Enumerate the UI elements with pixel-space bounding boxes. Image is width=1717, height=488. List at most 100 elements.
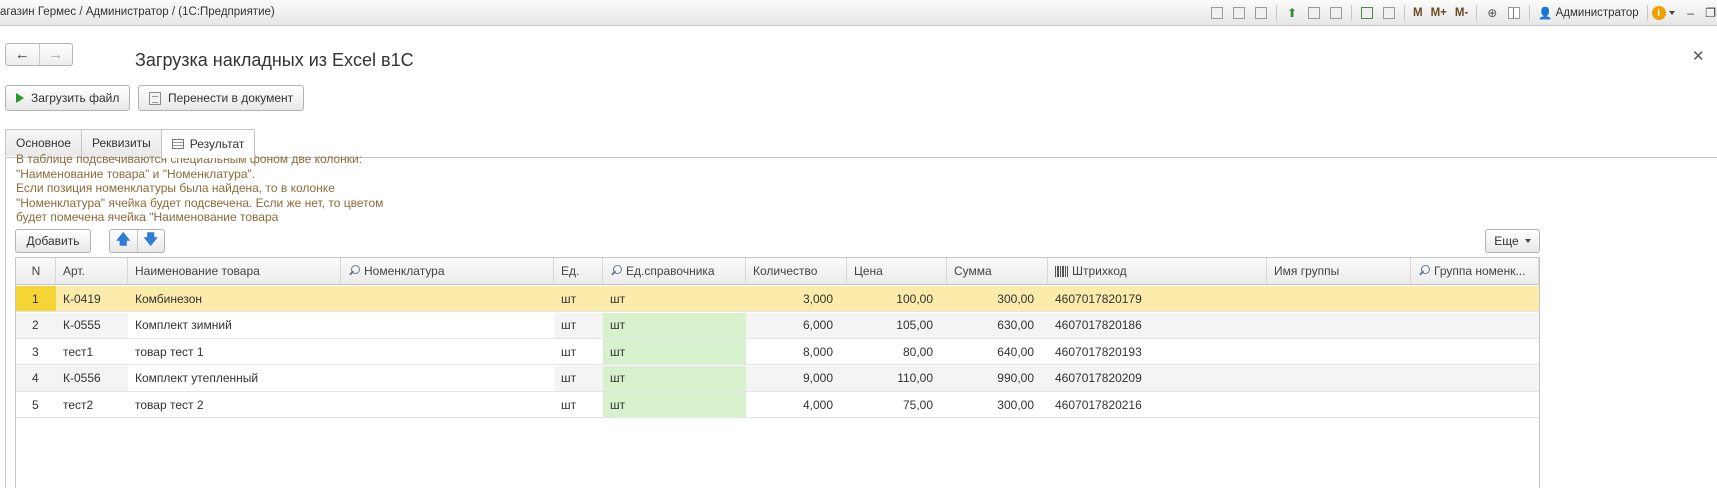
- cell-nom[interactable]: [341, 339, 554, 364]
- load-file-button[interactable]: Загрузить файл: [5, 85, 131, 111]
- forward-arrow-icon[interactable]: →: [38, 44, 73, 65]
- cell-group-name[interactable]: [1267, 313, 1411, 338]
- cell-barcode[interactable]: 4607017820216: [1048, 392, 1267, 417]
- chevron-down-icon[interactable]: [1668, 11, 1675, 15]
- cell-sum[interactable]: 300,00: [947, 286, 1048, 311]
- add-row-button[interactable]: Добавить: [15, 229, 91, 253]
- cell-name[interactable]: товар тест 1: [128, 339, 341, 364]
- panel-icon[interactable]: [1503, 4, 1525, 22]
- cell-n[interactable]: 3: [16, 339, 56, 364]
- cell-group-name[interactable]: [1267, 339, 1411, 364]
- save-icon[interactable]: [1206, 4, 1228, 22]
- more-button[interactable]: Еще: [1485, 229, 1540, 253]
- cell-nom[interactable]: [341, 365, 554, 391]
- cell-unit-ref[interactable]: шт: [603, 312, 746, 338]
- cell-sum[interactable]: 630,00: [947, 313, 1048, 338]
- column-header-name[interactable]: Наименование товара: [128, 258, 341, 284]
- cell-price[interactable]: 80,00: [847, 339, 947, 364]
- table-row[interactable]: 3 тест1 товар тест 1 шт шт 8,000 80,00 640,00 46…: [16, 339, 1539, 365]
- cell-sum[interactable]: 990,00: [947, 366, 1048, 391]
- copy-icon[interactable]: [1303, 4, 1325, 22]
- print-icon[interactable]: [1228, 4, 1250, 22]
- cell-nom[interactable]: [341, 286, 554, 311]
- cell-art[interactable]: К-0556: [56, 366, 128, 391]
- attach-icon[interactable]: [1325, 4, 1347, 22]
- calendar-icon[interactable]: [1378, 4, 1400, 22]
- move-down-icon[interactable]: 🡇: [136, 230, 165, 252]
- transfer-to-document-button[interactable]: Перенести в документ: [138, 85, 305, 111]
- upload-icon[interactable]: ⬆: [1281, 4, 1303, 22]
- cell-unit-ref[interactable]: шт: [603, 392, 746, 417]
- column-header-art[interactable]: Арт.: [56, 258, 128, 284]
- cell-price[interactable]: 75,00: [847, 392, 947, 417]
- cell-n[interactable]: 5: [16, 392, 56, 417]
- close-form-icon[interactable]: ✕: [1692, 47, 1705, 65]
- cell-name[interactable]: Комбинезон: [128, 286, 341, 311]
- cell-qty[interactable]: 9,000: [746, 366, 847, 391]
- cell-barcode[interactable]: 4607017820186: [1048, 313, 1267, 338]
- cell-name[interactable]: Комплект зимний: [128, 312, 341, 338]
- calculator-icon[interactable]: [1356, 4, 1378, 22]
- cell-n[interactable]: 1: [16, 286, 56, 311]
- cell-group[interactable]: [1411, 392, 1539, 417]
- memory-plus-button[interactable]: M+: [1427, 4, 1451, 22]
- cell-qty[interactable]: 4,000: [746, 392, 847, 417]
- back-arrow-icon[interactable]: ←: [6, 44, 39, 65]
- table-row[interactable]: 4 К-0556 Комплект утепленный шт шт 9,000 110,0…: [16, 365, 1539, 392]
- cell-art[interactable]: К-0419: [56, 286, 128, 311]
- cell-sum[interactable]: 300,00: [947, 392, 1048, 417]
- cell-group[interactable]: [1411, 286, 1539, 311]
- column-header-unit-ref[interactable]: Ед.справочника: [603, 258, 746, 284]
- table-row[interactable]: 5 тест2 товар тест 2 шт шт 4,000 75,00 300,00 46…: [16, 392, 1539, 418]
- tab-result[interactable]: Результат: [160, 129, 256, 158]
- cell-group[interactable]: [1411, 339, 1539, 364]
- minimize-icon[interactable]: –: [1681, 6, 1701, 20]
- column-header-unit[interactable]: Ед.: [554, 258, 603, 284]
- column-header-qty[interactable]: Количество: [746, 258, 847, 284]
- cell-unit-ref[interactable]: шт: [603, 365, 746, 391]
- cell-n[interactable]: 4: [16, 366, 56, 391]
- cell-unit[interactable]: шт: [554, 366, 603, 391]
- column-header-sum[interactable]: Сумма: [947, 258, 1048, 284]
- cell-group[interactable]: [1411, 366, 1539, 391]
- cell-n[interactable]: 2: [16, 313, 56, 338]
- column-header-group[interactable]: Группа номенк...: [1411, 258, 1539, 284]
- column-header-n[interactable]: N: [16, 258, 56, 284]
- preview-icon[interactable]: [1250, 4, 1272, 22]
- cell-art[interactable]: тест1: [56, 339, 128, 364]
- cell-name[interactable]: Комплект утепленный: [128, 365, 341, 391]
- move-up-icon[interactable]: 🡅: [110, 230, 137, 252]
- cell-group-name[interactable]: [1267, 286, 1411, 311]
- cell-unit-ref[interactable]: шт: [603, 286, 746, 311]
- memory-m-button[interactable]: M: [1409, 4, 1427, 22]
- memory-minus-button[interactable]: M-: [1451, 4, 1472, 22]
- zoom-icon[interactable]: ⊕: [1481, 4, 1503, 22]
- cell-unit-ref[interactable]: шт: [603, 339, 746, 364]
- cell-art[interactable]: тест2: [56, 392, 128, 417]
- cell-unit[interactable]: шт: [554, 339, 603, 364]
- cell-qty[interactable]: 8,000: [746, 339, 847, 364]
- cell-group[interactable]: [1411, 313, 1539, 338]
- restore-icon[interactable]: ❐: [1701, 6, 1717, 20]
- info-icon[interactable]: i: [1651, 6, 1666, 20]
- column-header-nom[interactable]: Номенклатура: [341, 258, 554, 284]
- cell-name[interactable]: товар тест 2: [128, 392, 341, 417]
- cell-unit[interactable]: шт: [554, 286, 603, 311]
- cell-nom[interactable]: [341, 312, 554, 338]
- results-table[interactable]: N Арт. Наименование товара Номенклатура Ед. Е…: [15, 257, 1540, 488]
- cell-price[interactable]: 105,00: [847, 313, 947, 338]
- cell-price[interactable]: 110,00: [847, 366, 947, 391]
- cell-qty[interactable]: 3,000: [746, 286, 847, 311]
- cell-barcode[interactable]: 4607017820193: [1048, 339, 1267, 364]
- cell-group-name[interactable]: [1267, 392, 1411, 417]
- cell-barcode[interactable]: 4607017820209: [1048, 366, 1267, 391]
- column-header-price[interactable]: Цена: [847, 258, 947, 284]
- cell-group-name[interactable]: [1267, 366, 1411, 391]
- cell-unit[interactable]: шт: [554, 313, 603, 338]
- table-row[interactable]: 1 К-0419 Комбинезон шт шт 3,000 100,00 300,00 46…: [16, 286, 1539, 312]
- cell-qty[interactable]: 6,000: [746, 313, 847, 338]
- cell-sum[interactable]: 640,00: [947, 339, 1048, 364]
- cell-nom[interactable]: [341, 392, 554, 417]
- column-header-group-name[interactable]: Имя группы: [1267, 258, 1411, 284]
- cell-unit[interactable]: шт: [554, 392, 603, 417]
